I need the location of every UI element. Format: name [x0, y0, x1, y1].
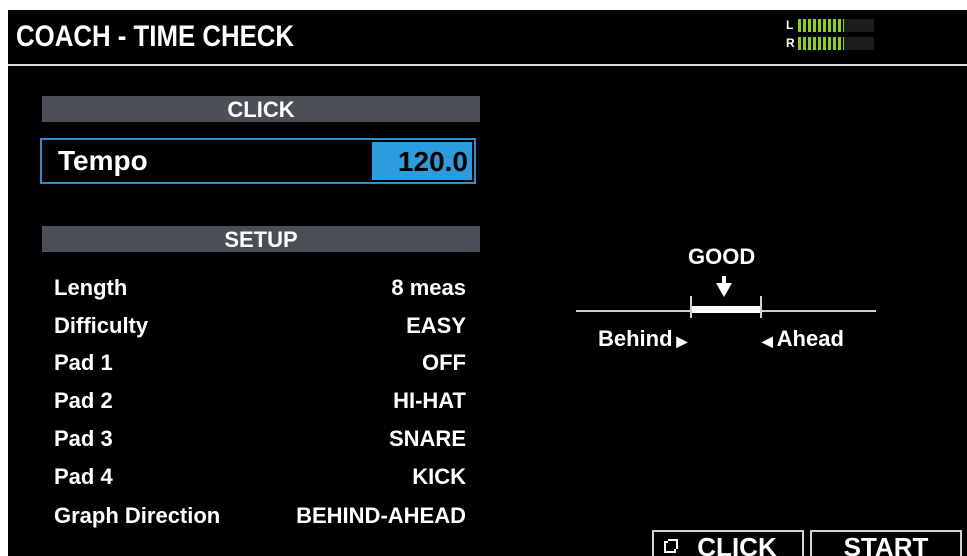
timing-status: GOOD	[688, 244, 756, 269]
coach-screen: COACH - TIME CHECK L R CLICK Tempo 120.0…	[8, 10, 967, 556]
setup-section-header: SETUP	[42, 226, 480, 252]
param-row-graph-direction[interactable]: Graph Direction BEHIND-AHEAD	[54, 503, 466, 533]
param-value[interactable]: BEHIND-AHEAD	[296, 503, 466, 529]
good-zone	[692, 306, 760, 313]
param-label: Pad 4	[54, 464, 113, 489]
meter-right-label: R	[786, 36, 795, 50]
param-row-pad1[interactable]: Pad 1 OFF	[54, 350, 466, 380]
param-value[interactable]: KICK	[412, 464, 466, 490]
param-label: Difficulty	[54, 313, 149, 338]
click-section-header: CLICK	[42, 96, 480, 122]
param-label: Length	[54, 275, 128, 300]
start-button[interactable]: START	[810, 530, 962, 556]
meter-left-fill	[798, 19, 844, 32]
meter-left-bar	[798, 19, 874, 32]
title-bar: COACH - TIME CHECK L R	[8, 10, 967, 66]
param-row-difficulty[interactable]: Difficulty EASY	[54, 313, 466, 343]
meter-right-fill	[798, 37, 844, 50]
param-row-pad2[interactable]: Pad 2 HI-HAT	[54, 388, 466, 418]
click-button-label: CLICK	[697, 532, 777, 556]
timing-pointer-icon	[716, 283, 732, 297]
param-row-length[interactable]: Length 8 meas	[54, 275, 466, 305]
param-label: Graph Direction	[54, 503, 221, 528]
param-value[interactable]: EASY	[406, 313, 466, 339]
behind-label: Behind ▶	[598, 326, 688, 351]
param-row-pad4[interactable]: Pad 4 KICK	[54, 464, 466, 494]
param-value[interactable]: OFF	[422, 350, 466, 376]
tempo-label: Tempo	[58, 145, 148, 176]
external-link-icon	[664, 539, 678, 553]
level-meter: L R	[786, 16, 878, 56]
triangle-right-icon: ▶	[672, 333, 688, 349]
meter-left-label: L	[786, 18, 794, 32]
param-value[interactable]: HI-HAT	[393, 388, 466, 414]
param-row-pad3[interactable]: Pad 3 SNARE	[54, 426, 466, 456]
meter-right-bar	[798, 37, 874, 50]
start-button-label: START	[843, 532, 929, 556]
click-button[interactable]: CLICK	[652, 530, 804, 556]
param-label: Pad 1	[54, 350, 113, 375]
param-value[interactable]: SNARE	[389, 426, 466, 452]
tempo-field[interactable]: Tempo 120.0	[40, 138, 476, 184]
param-label: Pad 2	[54, 388, 113, 413]
page-title: COACH - TIME CHECK	[16, 20, 295, 53]
ahead-label: ◀ Ahead	[762, 326, 844, 351]
good-zone-right-tick	[760, 296, 762, 318]
tempo-value[interactable]: 120.0	[372, 142, 472, 180]
triangle-left-icon: ◀	[762, 333, 777, 349]
param-value[interactable]: 8 meas	[391, 275, 466, 301]
param-label: Pad 3	[54, 426, 113, 451]
